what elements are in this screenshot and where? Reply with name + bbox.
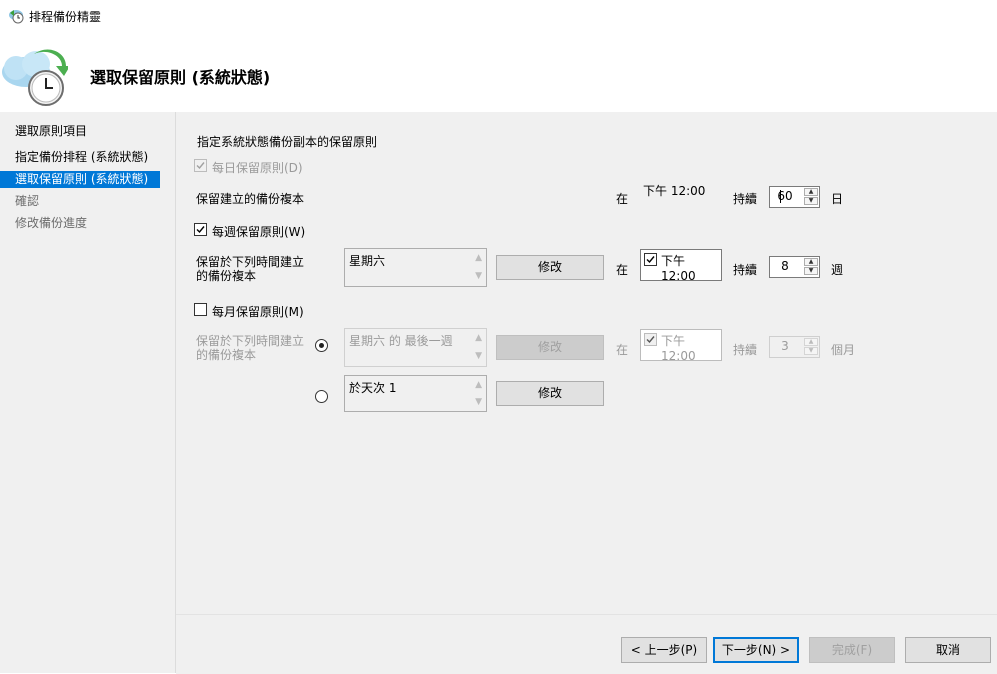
daily-days-down-button[interactable]: ▼	[804, 197, 818, 205]
monthly-option1-value: 星期六 的 最後一週	[349, 334, 453, 348]
next-button[interactable]: 下一步(N) >	[713, 637, 799, 663]
monthly-option1-list[interactable]: 星期六 的 最後一週 ▲ ▼	[344, 328, 487, 367]
weekly-duration-label: 持續	[733, 263, 758, 277]
monthly-option2-list[interactable]: 於天次 1 ▲ ▼	[344, 375, 487, 412]
daily-checkbox-label: 每日保留原則(D)	[212, 161, 303, 175]
weekly-at-label: 在	[616, 263, 629, 277]
monthly-modify2-button[interactable]: 修改	[496, 381, 604, 406]
weekly-modify-button[interactable]: 修改	[496, 255, 604, 280]
content-panel: 指定系統狀態備份副本的保留原則 每日保留原則(D) 保留建立的備份複本 在 下午…	[176, 112, 997, 614]
weekly-day-list[interactable]: 星期六 ▲ ▼	[344, 248, 487, 287]
list-scroll-down-icon[interactable]: ▼	[475, 351, 482, 361]
monthly-months-down-button: ▼	[804, 347, 818, 355]
monthly-at-label: 在	[616, 343, 629, 357]
cancel-button[interactable]: 取消	[905, 637, 991, 663]
title-bar: 排程備份精靈	[0, 0, 997, 30]
backup-wizard-icon	[9, 10, 24, 24]
monthly-modify1-button: 修改	[496, 335, 604, 360]
monthly-months-value: 3	[781, 339, 789, 353]
weekly-weeks-value: 8	[781, 259, 789, 273]
weekly-time-picker[interactable]: 下午 12:00	[640, 249, 722, 283]
monthly-checkbox[interactable]	[194, 303, 207, 316]
list-scroll-up-icon[interactable]: ▲	[475, 380, 482, 390]
daily-unit: 日	[831, 192, 844, 206]
weekly-time-checkbox[interactable]	[644, 253, 657, 266]
list-scroll-up-icon[interactable]: ▲	[475, 333, 482, 343]
weekly-time-value: 下午 12:00	[661, 254, 696, 283]
weekly-desc: 保留於下列時間建立的備份複本	[196, 255, 305, 283]
monthly-months-up-button: ▲	[804, 338, 818, 346]
intro-text: 指定系統狀態備份副本的保留原則	[197, 135, 378, 149]
daily-duration-label: 持續	[733, 192, 758, 206]
monthly-time-value: 下午 12:00	[661, 334, 696, 363]
monthly-months-stepper: 3 ▲ ▼	[769, 336, 820, 358]
weekly-weeks-down-button[interactable]: ▼	[804, 267, 818, 275]
finish-button: 完成(F)	[809, 637, 895, 663]
cloud-clock-icon	[2, 49, 68, 106]
daily-days-value: 60	[777, 189, 793, 203]
weekly-unit: 週	[831, 263, 844, 277]
sidebar-item-progress: 修改備份進度	[15, 216, 88, 230]
monthly-desc: 保留於下列時間建立的備份複本	[196, 334, 305, 362]
page-title: 選取保留原則 (系統狀態)	[90, 68, 271, 87]
sidebar-item-schedule[interactable]: 指定備份排程 (系統狀態)	[0, 149, 175, 166]
radio-selected-dot	[319, 343, 324, 348]
wizard-header: 選取保留原則 (系統狀態)	[0, 30, 997, 112]
sidebar-item-confirm: 確認	[15, 194, 40, 208]
wizard-footer: < 上一步(P) 下一步(N) > 完成(F) 取消	[176, 614, 997, 674]
monthly-option2-value: 於天次 1	[349, 381, 397, 395]
weekly-weeks-stepper[interactable]: 8 ▲ ▼	[769, 256, 820, 278]
monthly-checkbox-label[interactable]: 每月保留原則(M)	[212, 303, 304, 320]
weekly-checkbox-label[interactable]: 每週保留原則(W)	[212, 223, 305, 240]
weekly-day-value: 星期六	[349, 254, 386, 268]
monthly-time-checkbox	[644, 333, 657, 346]
monthly-duration-label: 持續	[733, 343, 758, 357]
window-title: 排程備份精靈	[29, 10, 102, 24]
sidebar-item-retention[interactable]: 選取保留原則 (系統狀態)	[0, 171, 160, 188]
daily-days-up-button[interactable]: ▲	[804, 188, 818, 196]
list-scroll-down-icon[interactable]: ▼	[475, 271, 482, 281]
monthly-option2-radio[interactable]	[315, 390, 328, 403]
monthly-unit: 個月	[831, 343, 856, 357]
daily-checkbox	[194, 159, 207, 172]
daily-time: 下午 12:00	[643, 184, 706, 198]
list-scroll-up-icon[interactable]: ▲	[475, 253, 482, 263]
daily-days-stepper[interactable]: 60 ▲ ▼	[769, 186, 820, 208]
monthly-time-picker: 下午 12:00	[640, 329, 722, 363]
daily-desc: 保留建立的備份複本	[196, 192, 305, 206]
monthly-option1-radio[interactable]	[315, 339, 328, 352]
sidebar-item-select-items[interactable]: 選取原則項目	[0, 123, 175, 140]
back-button[interactable]: < 上一步(P)	[621, 637, 707, 663]
wizard-steps-sidebar: 選取原則項目 指定備份排程 (系統狀態) 選取保留原則 (系統狀態) 確認 修改…	[0, 112, 176, 673]
list-scroll-down-icon[interactable]: ▼	[475, 397, 482, 407]
daily-at-label: 在	[616, 192, 629, 206]
weekly-checkbox[interactable]	[194, 223, 207, 236]
weekly-weeks-up-button[interactable]: ▲	[804, 258, 818, 266]
